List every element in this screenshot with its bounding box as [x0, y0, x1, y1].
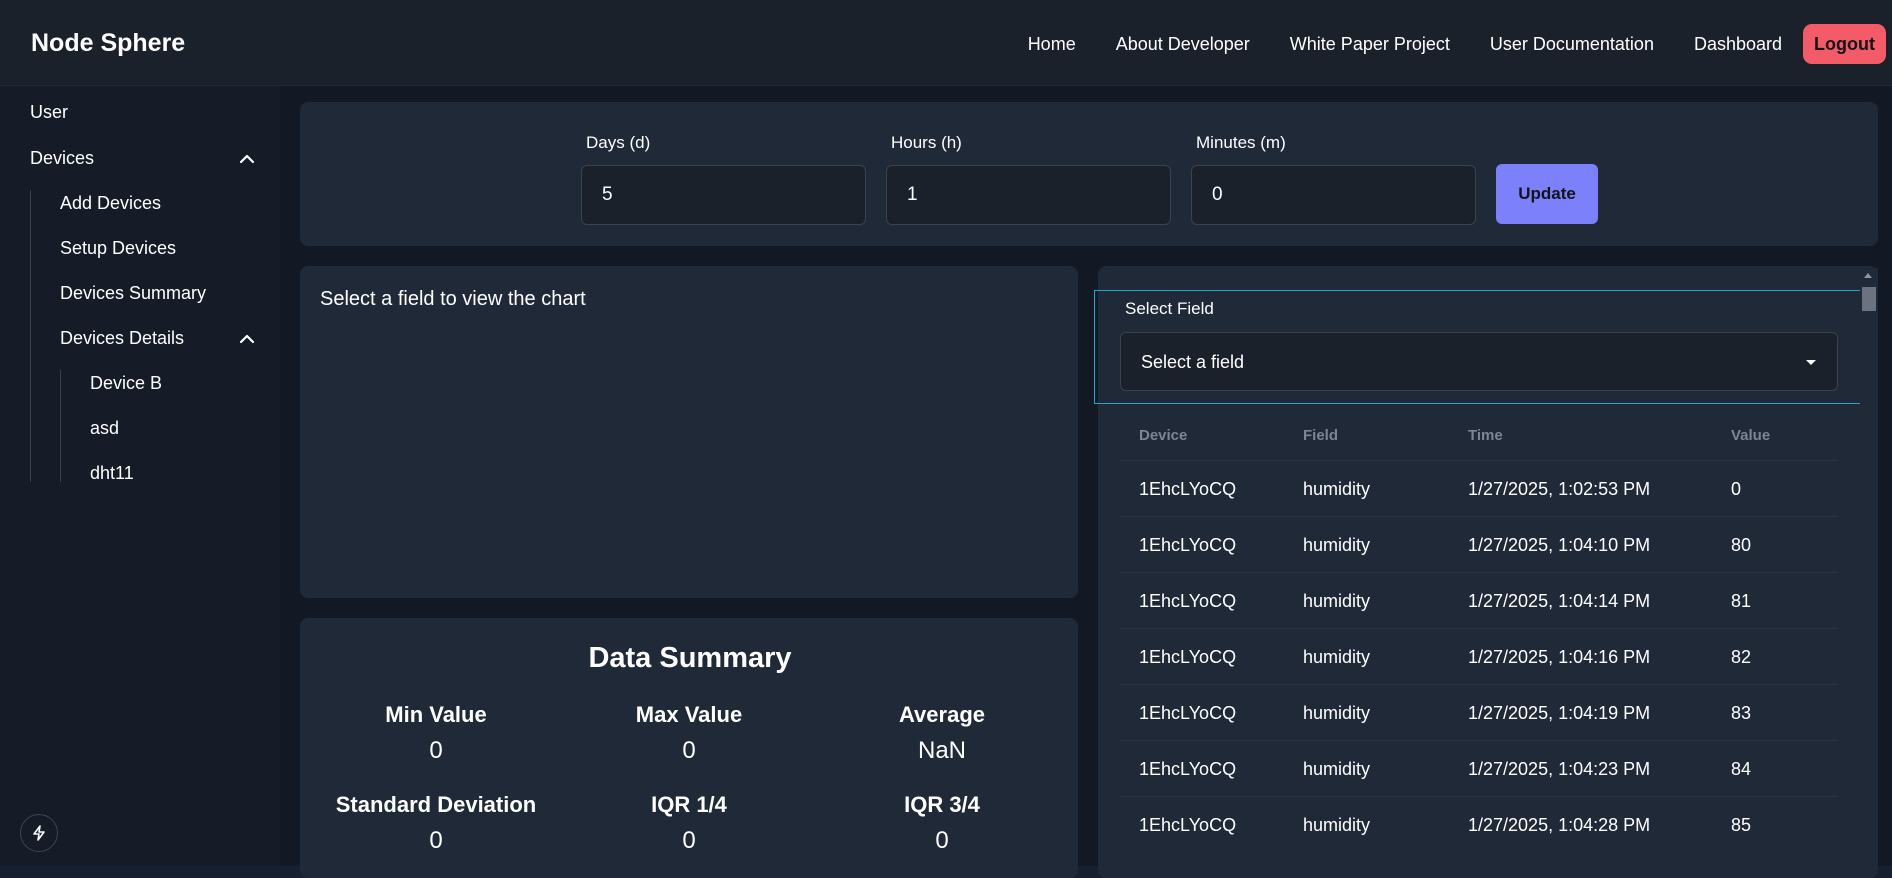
- cell-field: humidity: [1303, 591, 1371, 611]
- stat-std-dev-label: Standard Deviation: [335, 792, 537, 817]
- sidebar-item-devices-details[interactable]: Devices Details: [60, 328, 184, 349]
- cell-field: humidity: [1303, 815, 1371, 835]
- data-summary-panel: Data Summary Min Value 0 Max Value 0 Ave…: [300, 618, 1078, 878]
- table-row[interactable]: 1EhcLYoCQ humidity 1/27/2025, 1:04:28 PM…: [1120, 796, 1838, 852]
- sidebar-item-user[interactable]: User: [30, 102, 68, 123]
- stat-iqr-q1-label: IQR 1/4: [651, 792, 727, 817]
- top-navbar: Node Sphere Home About Developer White P…: [0, 0, 1892, 86]
- cell-time: 1/27/2025, 1:04:14 PM: [1468, 591, 1651, 611]
- table-row[interactable]: 1EhcLYoCQ humidity 1/27/2025, 1:04:19 PM…: [1120, 684, 1838, 740]
- stat-max-value: 0: [682, 737, 696, 764]
- cell-device: 1EhcLYoCQ: [1139, 535, 1237, 555]
- field-select-dropdown[interactable]: Select a field: [1120, 332, 1838, 391]
- sidebar-item-devices-summary[interactable]: Devices Summary: [60, 283, 206, 304]
- table-header-time: Time: [1468, 427, 1503, 444]
- data-summary-title: Data Summary: [588, 642, 792, 674]
- field-select-value: Select a field: [1141, 352, 1245, 372]
- cell-time: 1/27/2025, 1:04:10 PM: [1468, 535, 1651, 555]
- table-header-field: Field: [1303, 427, 1339, 444]
- cell-field: humidity: [1303, 759, 1371, 779]
- cell-field: humidity: [1303, 479, 1371, 499]
- cell-time: 1/27/2025, 1:02:53 PM: [1468, 479, 1651, 499]
- main-nav: Home About Developer White Paper Project…: [1028, 24, 1886, 64]
- caret-down-icon: [1806, 360, 1816, 365]
- cell-field: humidity: [1303, 647, 1371, 667]
- nav-home-link[interactable]: Home: [1028, 34, 1076, 55]
- nav-dashboard-link[interactable]: Dashboard: [1694, 34, 1782, 55]
- logout-button[interactable]: Logout: [1803, 24, 1886, 64]
- days-label: Days (d): [586, 133, 651, 152]
- table-row[interactable]: 1EhcLYoCQ humidity 1/27/2025, 1:04:14 PM…: [1120, 572, 1838, 628]
- cell-time: 1/27/2025, 1:04:28 PM: [1468, 815, 1651, 835]
- scrollbar-thumb[interactable]: [1862, 287, 1876, 311]
- lightning-icon[interactable]: [20, 814, 58, 852]
- field-select-label: Select Field: [1125, 299, 1214, 318]
- minutes-input[interactable]: [1191, 165, 1476, 225]
- table-header-value: Value: [1731, 427, 1771, 444]
- stat-iqr-q1-value: 0: [682, 827, 696, 854]
- nav-about-developer-link[interactable]: About Developer: [1116, 34, 1250, 55]
- cell-time: 1/27/2025, 1:04:23 PM: [1468, 759, 1651, 779]
- nav-user-documentation-link[interactable]: User Documentation: [1490, 34, 1654, 55]
- cell-value: 82: [1731, 647, 1752, 667]
- nav-white-paper-link[interactable]: White Paper Project: [1290, 34, 1450, 55]
- cell-value: 0: [1731, 479, 1742, 499]
- sidebar-item-device[interactable]: Device B: [90, 373, 162, 394]
- cell-value: 81: [1731, 591, 1752, 611]
- cell-device: 1EhcLYoCQ: [1139, 815, 1237, 835]
- table-header-device: Device: [1139, 427, 1188, 444]
- stat-min-label: Min Value: [385, 702, 487, 727]
- hours-label: Hours (h): [891, 133, 962, 152]
- stat-min-value: 0: [429, 737, 443, 764]
- cell-value: 85: [1731, 815, 1752, 835]
- sidebar-item-devices[interactable]: Devices: [30, 148, 94, 169]
- update-button[interactable]: Update: [1496, 164, 1598, 224]
- cell-device: 1EhcLYoCQ: [1139, 703, 1237, 723]
- scroll-up-arrow-icon[interactable]: [1864, 273, 1872, 278]
- sidebar-item-device[interactable]: asd: [90, 418, 119, 439]
- cell-value: 83: [1731, 703, 1752, 723]
- table-scrollbar[interactable]: [1860, 268, 1878, 866]
- chart-panel: Select a field to view the chart: [300, 266, 1078, 598]
- cell-device: 1EhcLYoCQ: [1139, 647, 1237, 667]
- cell-field: humidity: [1303, 703, 1371, 723]
- cell-field: humidity: [1303, 535, 1371, 555]
- chevron-up-icon[interactable]: [238, 330, 256, 348]
- cell-time: 1/27/2025, 1:04:16 PM: [1468, 647, 1651, 667]
- sidebar-subtree-line: [60, 370, 61, 482]
- cell-device: 1EhcLYoCQ: [1139, 759, 1237, 779]
- stat-max-label: Max Value: [635, 702, 743, 727]
- hours-input[interactable]: [886, 165, 1171, 225]
- days-input[interactable]: [581, 165, 866, 225]
- minutes-label: Minutes (m): [1196, 133, 1286, 152]
- field-select-wrapper: Select Field Select a field: [1094, 290, 1864, 404]
- stat-average-label: Average: [898, 702, 985, 727]
- stat-iqr-q3-label: IQR 3/4: [904, 792, 980, 817]
- chart-placeholder-text: Select a field to view the chart: [320, 288, 586, 310]
- sidebar-item-setup-devices[interactable]: Setup Devices: [60, 238, 176, 259]
- brand-logo[interactable]: Node Sphere: [31, 29, 185, 58]
- sidebar-item-device[interactable]: dht11: [90, 463, 134, 484]
- cell-value: 80: [1731, 535, 1752, 555]
- chevron-up-icon[interactable]: [238, 150, 256, 168]
- cell-time: 1/27/2025, 1:04:19 PM: [1468, 703, 1651, 723]
- cell-device: 1EhcLYoCQ: [1139, 479, 1237, 499]
- cell-device: 1EhcLYoCQ: [1139, 591, 1237, 611]
- sidebar-item-add-devices[interactable]: Add Devices: [60, 193, 161, 214]
- cell-value: 84: [1731, 759, 1752, 779]
- stat-std-dev-value: 0: [429, 827, 443, 854]
- stat-iqr-q3-value: 0: [935, 827, 949, 854]
- table-row[interactable]: 1EhcLYoCQ humidity 1/27/2025, 1:02:53 PM…: [1120, 460, 1838, 516]
- sidebar-tree-line: [30, 190, 31, 482]
- stat-average-value: NaN: [917, 737, 966, 764]
- table-row[interactable]: 1EhcLYoCQ humidity 1/27/2025, 1:04:16 PM…: [1120, 628, 1838, 684]
- table-row[interactable]: 1EhcLYoCQ humidity 1/27/2025, 1:04:23 PM…: [1120, 740, 1838, 796]
- table-row[interactable]: 1EhcLYoCQ humidity 1/27/2025, 1:04:10 PM…: [1120, 516, 1838, 572]
